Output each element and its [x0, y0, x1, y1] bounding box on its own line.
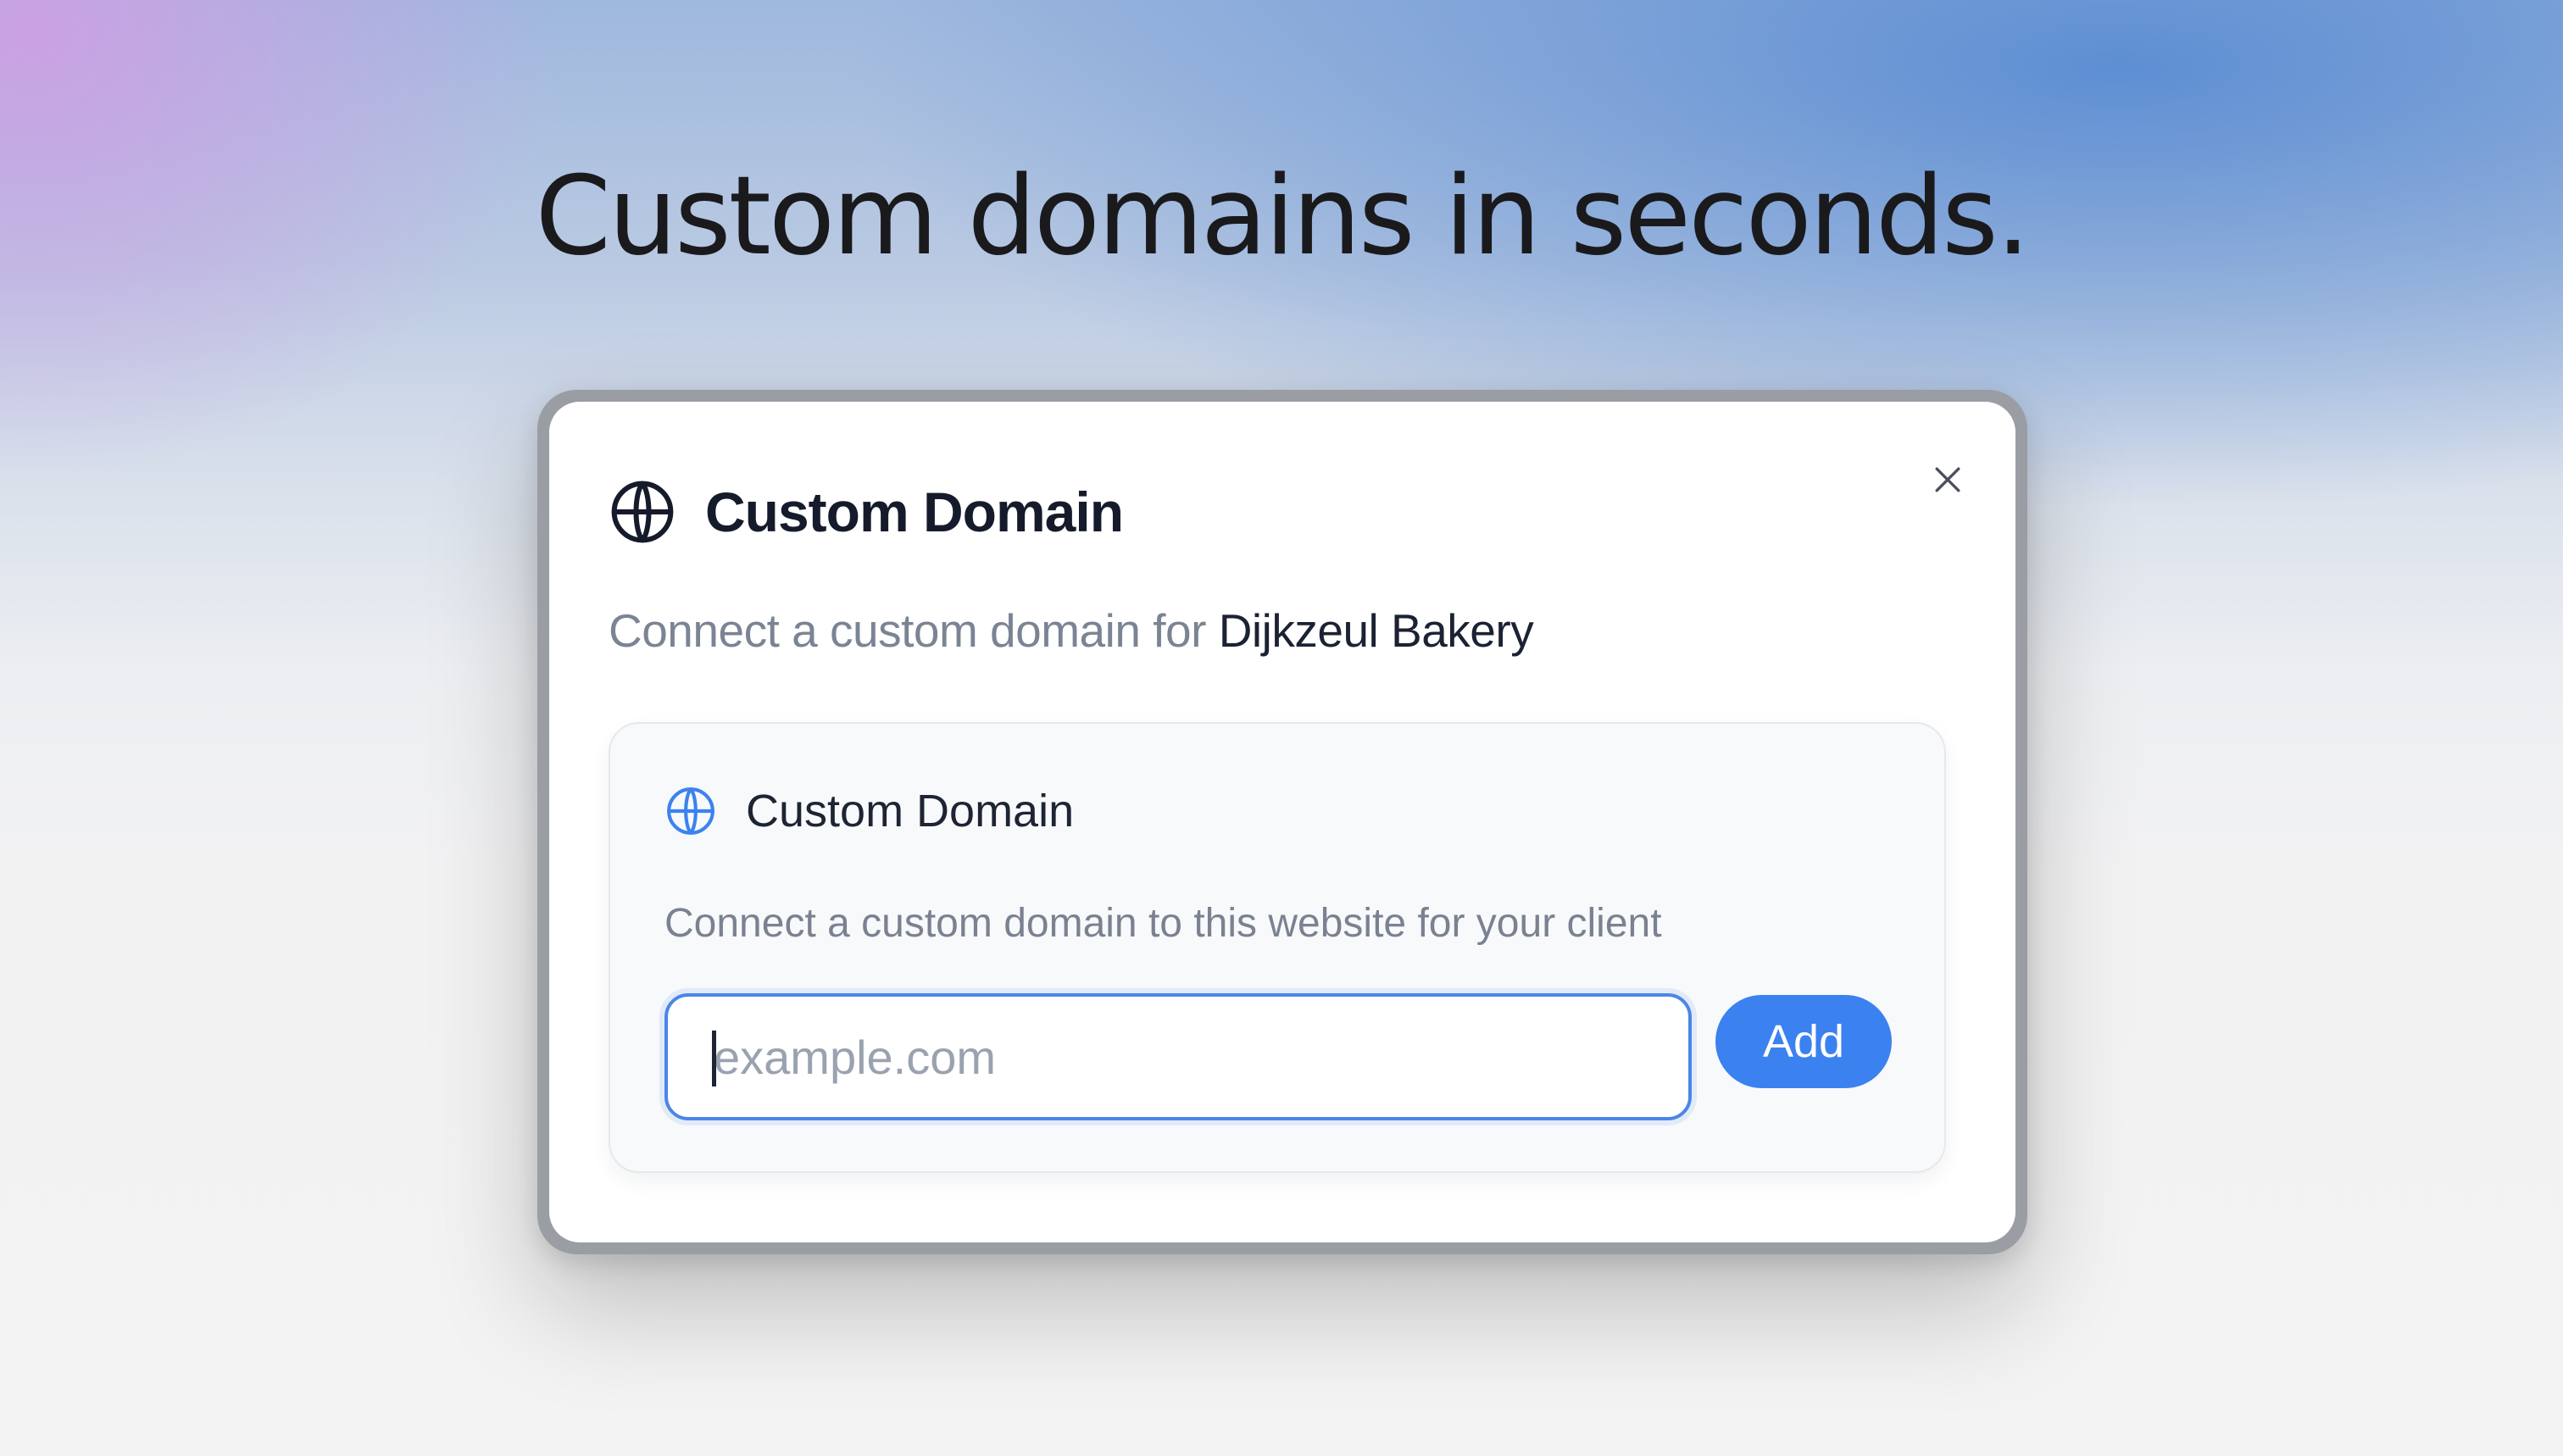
close-icon [1935, 467, 1960, 492]
dialog-subtitle-text: Connect a custom domain for [609, 604, 1219, 657]
card-header: Custom Domain [664, 785, 1074, 837]
client-name: Dijkzeul Bakery [1218, 604, 1534, 657]
globe-icon [611, 481, 674, 543]
globe-icon [667, 787, 714, 835]
text-caret [712, 1031, 716, 1086]
dialog-subtitle: Connect a custom domain for Dijkzeul Bak… [609, 603, 1534, 658]
domain-input[interactable] [664, 993, 1692, 1120]
page-headline: Custom domains in seconds. [535, 153, 2030, 280]
custom-domain-dialog: Custom Domain Connect a custom domain fo… [549, 402, 2015, 1242]
card-title: Custom Domain [746, 786, 1075, 836]
custom-domain-card: Custom Domain Connect a custom domain to… [609, 722, 1946, 1173]
dialog-title: Custom Domain [705, 481, 1124, 543]
close-button[interactable] [1924, 456, 1971, 503]
dialog-header: Custom Domain [609, 478, 1124, 546]
card-description: Connect a custom domain to this website … [664, 901, 1662, 946]
add-button[interactable]: Add [1715, 995, 1892, 1088]
